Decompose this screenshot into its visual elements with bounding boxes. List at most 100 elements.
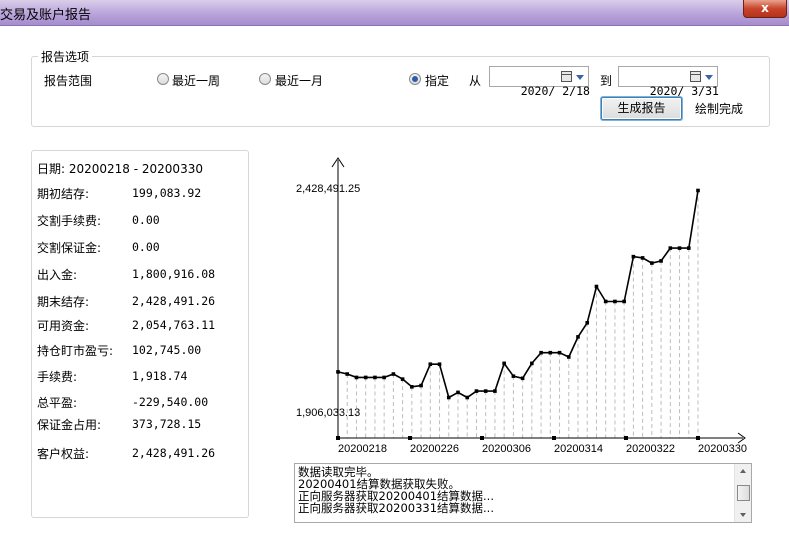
summary-label: 客户权益: [37, 447, 90, 461]
data-point [668, 246, 673, 250]
data-point [345, 372, 350, 376]
data-point [493, 389, 497, 393]
chevron-down-icon[interactable] [705, 75, 713, 80]
log-scrollbar[interactable] [734, 464, 751, 522]
summary-value: 1,800,916.08 [132, 267, 216, 281]
summary-value: 373,728.15 [132, 417, 202, 431]
x-tick-mark [624, 436, 628, 440]
data-point [696, 188, 700, 193]
summary-label: 手续费: [37, 370, 78, 384]
x-tick-label: 20200218 [338, 443, 387, 455]
x-tick-mark [480, 436, 484, 440]
radio-last-month[interactable] [259, 73, 271, 85]
data-point [419, 383, 423, 388]
y-max-label: 2,428,491.25 [296, 183, 360, 195]
to-date-picker[interactable]: 2020/ 3/31 [618, 66, 719, 98]
calendar-icon[interactable] [561, 71, 572, 82]
data-point [410, 385, 414, 389]
x-tick-label: 20200330 [698, 443, 747, 455]
summary-label: 交割手续费: [37, 214, 102, 228]
x-tick-label: 20200314 [554, 443, 603, 455]
summary-value: 0.00 [132, 240, 160, 254]
radio-last-week-label[interactable]: 最近一周 [172, 72, 220, 89]
chevron-down-icon[interactable] [576, 75, 584, 80]
data-point [391, 372, 396, 376]
summary-label: 出入金: [37, 268, 78, 282]
data-point [474, 389, 479, 393]
summary-value: 1,918.74 [132, 369, 188, 383]
data-point [520, 376, 525, 381]
summary-panel: 日期: 20200218 - 20200330 期初结存: 199,083.92… [31, 150, 249, 518]
data-point [686, 246, 691, 250]
equity-series-line [337, 190, 699, 399]
close-button[interactable]: x [743, 0, 787, 18]
x-tick-label: 20200322 [626, 443, 675, 455]
data-point [640, 256, 645, 260]
from-label: 从 [469, 74, 482, 88]
chart-series-points [336, 188, 700, 400]
data-point [354, 375, 359, 380]
title-bar: 交易及账户报告 x [0, 0, 789, 26]
radio-last-week[interactable] [157, 73, 169, 85]
data-point [603, 299, 608, 304]
data-point [336, 370, 340, 374]
report-date-range: 日期: 20200218 - 20200330 [37, 162, 203, 176]
data-point [566, 355, 571, 359]
summary-label: 总平盈: [37, 396, 78, 410]
data-point [511, 374, 516, 378]
data-point [585, 321, 590, 325]
radio-last-month-label[interactable]: 最近一月 [275, 72, 323, 89]
equity-line-chart: 2,428,491.25 1,906,033.13 20200218 202002… [296, 157, 747, 455]
summary-value: 0.00 [132, 213, 160, 227]
data-point [446, 395, 451, 400]
data-point [594, 284, 599, 289]
x-tick-mark [336, 436, 340, 440]
data-point [530, 361, 534, 366]
data-point [539, 350, 543, 355]
data-point [631, 254, 636, 259]
scroll-thumb[interactable] [737, 485, 750, 501]
summary-value: 2,428,491.26 [132, 446, 216, 460]
log-output[interactable]: 数据读取完毕。 20200401结算数据获取失败。 正向服务器获取2020040… [294, 463, 752, 523]
data-point [613, 299, 617, 304]
summary-value: -229,540.00 [132, 395, 209, 409]
data-point [456, 390, 460, 395]
report-options-title: 报告选项 [38, 48, 93, 65]
summary-label: 期末结存: [37, 295, 90, 309]
generate-report-button[interactable]: 生成报告 [601, 97, 682, 120]
data-point [622, 299, 626, 304]
radio-custom[interactable] [409, 73, 421, 85]
radio-selected-dot [412, 76, 418, 82]
scroll-down-icon[interactable] [735, 508, 751, 522]
x-tick-mark [552, 436, 556, 440]
data-point [502, 361, 506, 366]
from-date-picker[interactable]: 2020/ 2/18 [489, 66, 590, 98]
radio-custom-label[interactable]: 指定 [425, 72, 449, 89]
summary-label: 持仓盯市盈亏: [37, 344, 114, 358]
chart-x-ticks: 20200218 20200226 20200306 20200314 20200322… [336, 436, 747, 455]
data-point [548, 350, 553, 355]
status-text: 绘制完成 [695, 102, 744, 116]
data-point [659, 259, 663, 263]
chart-drop-lines [337, 190, 699, 438]
report-range-label: 报告范围 [44, 74, 93, 88]
summary-value: 102,745.00 [132, 343, 202, 357]
data-point [677, 246, 682, 250]
from-date-value: 2020/ 2/18 [520, 84, 590, 98]
summary-label: 保证金占用: [37, 418, 102, 432]
data-point [557, 350, 562, 355]
data-point [437, 362, 442, 367]
x-tick-label: 20200226 [410, 443, 459, 455]
x-tick-label: 20200306 [482, 443, 531, 455]
summary-label: 交割保证金: [37, 241, 102, 255]
data-point [382, 375, 386, 380]
scroll-up-icon[interactable] [735, 464, 751, 478]
to-date-value: 2020/ 3/31 [649, 84, 719, 98]
data-point [428, 362, 433, 367]
data-point [576, 335, 580, 339]
to-label: 到 [600, 74, 613, 88]
summary-label: 期初结存: [37, 187, 90, 201]
summary-value: 199,083.92 [132, 186, 202, 200]
data-point [483, 389, 488, 393]
calendar-icon[interactable] [690, 71, 701, 82]
